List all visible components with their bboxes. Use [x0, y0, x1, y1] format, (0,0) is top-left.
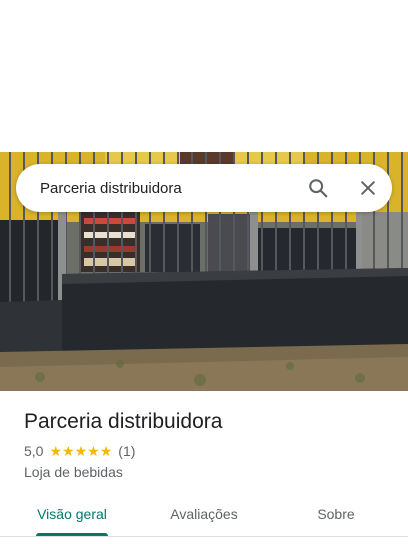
place-category: Loja de bebidas: [24, 464, 123, 480]
close-icon: [361, 181, 375, 195]
review-count: (1): [118, 443, 136, 459]
search-icon: [309, 179, 328, 198]
tab-overview[interactable]: Visão geral: [0, 494, 144, 536]
place-info: Parceria distribuidora 5,0 ★ ★ ★ ★ ★ (1)…: [24, 408, 394, 480]
star-icon: ★: [74, 443, 88, 459]
search-bar: [16, 164, 392, 212]
search-input[interactable]: [40, 164, 290, 212]
tabs-divider: [0, 536, 408, 537]
rating-stars: ★ ★ ★ ★ ★: [49, 444, 112, 458]
place-name: Parceria distribuidora: [24, 410, 223, 433]
rating-row[interactable]: 5,0 ★ ★ ★ ★ ★ (1): [24, 442, 394, 460]
search-button[interactable]: [302, 172, 334, 204]
star-icon: ★: [99, 443, 113, 459]
rating-value: 5,0: [24, 443, 44, 459]
tab-about[interactable]: Sobre: [264, 494, 408, 536]
place-tabs: Visão geral Avaliações Sobre: [0, 494, 408, 536]
star-icon: ★: [87, 443, 100, 459]
map-blank-area: [0, 0, 408, 152]
tab-reviews[interactable]: Avaliações: [144, 494, 264, 536]
star-icon: ★: [62, 443, 75, 459]
clear-search-button[interactable]: [352, 172, 384, 204]
star-icon: ★: [49, 443, 63, 459]
